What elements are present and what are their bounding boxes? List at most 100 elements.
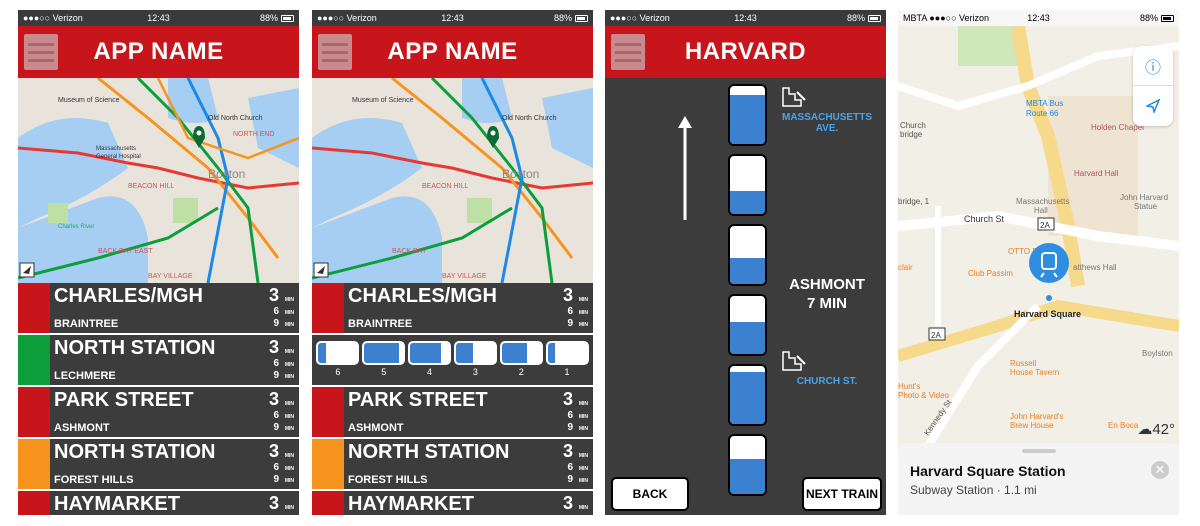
svg-text:General Hospital: General Hospital [96, 154, 141, 160]
svg-text:Church: Church [900, 121, 926, 130]
svg-text:atthews Hall: atthews Hall [1073, 263, 1117, 272]
list-item[interactable]: PARK STREET ASHMONT 3 MIN 6 MIN 9 MIN [312, 387, 593, 439]
street-map[interactable]: MBTA Bus Route 66 Holden Chapel Church b… [898, 24, 1179, 515]
unit-label: MIN [578, 426, 588, 432]
svg-text:BEACON HILL: BEACON HILL [422, 183, 468, 190]
app-title: APP NAME [93, 38, 224, 65]
place-card[interactable]: Harvard Square Station Subway Station · … [898, 443, 1179, 515]
close-icon[interactable]: ✕ [1151, 461, 1169, 479]
car-number: 3 [472, 367, 478, 377]
unit-label: MIN [284, 310, 294, 316]
svg-text:Boston: Boston [502, 167, 539, 181]
direction-arrow-icon [678, 116, 692, 220]
svg-text:BACK BAY: BACK BAY [392, 248, 427, 255]
battery-icon [575, 14, 588, 22]
svg-text:Massachusetts: Massachusetts [1016, 197, 1069, 206]
car-number: 4 [427, 367, 433, 377]
list-item[interactable]: NORTH STATION FOREST HILLS 3 MIN 6 MIN 9 MI… [18, 439, 299, 491]
train-arrival-time: 7 MIN [806, 295, 847, 312]
stairs-icon [782, 87, 806, 107]
svg-text:Massachusetts: Massachusetts [96, 146, 136, 152]
line-color-bar [312, 491, 344, 515]
svg-text:NORTH END: NORTH END [233, 131, 274, 138]
clock: 12:43 [1027, 13, 1050, 23]
line-color-bar [312, 283, 344, 333]
svg-text:BAY VILLAGE: BAY VILLAGE [442, 273, 487, 280]
menu-icon[interactable] [611, 34, 645, 70]
subway-map[interactable]: Museum of Science Old North Church BEACO… [312, 78, 593, 283]
destination: BRAINTREE [348, 318, 413, 330]
capacity-fill [364, 343, 400, 363]
train-car [728, 434, 767, 496]
line-color-bar [18, 387, 50, 437]
svg-text:bridge, 1: bridge, 1 [898, 197, 930, 206]
menu-icon[interactable] [24, 34, 58, 70]
time-3: 9 [567, 318, 573, 329]
list-item[interactable]: PARK STREET ASHMONT 3 MIN 6 MIN 9 MIN [18, 387, 299, 439]
clock: 12:43 [147, 13, 170, 23]
car-capacity [499, 341, 543, 365]
unit-label: MIN [578, 297, 588, 303]
next-train-button[interactable]: NEXT TRAIN [802, 477, 882, 511]
location-arrow-icon[interactable] [1133, 86, 1173, 126]
app-header: APP NAME [312, 26, 593, 78]
time-1: 3 [268, 337, 279, 357]
unit-label: MIN [578, 401, 588, 407]
svg-text:Museum of Science: Museum of Science [352, 97, 414, 104]
battery-icon [1161, 14, 1174, 22]
train-car [728, 224, 767, 286]
capacity-fill [318, 343, 327, 363]
unit-label: MIN [284, 426, 294, 432]
unit-label: MIN [578, 466, 588, 472]
menu-icon[interactable] [318, 34, 352, 70]
back-button[interactable]: BACK [611, 477, 689, 511]
status-bar: MBTA ●●●○○ Verizon 12:43 88% [898, 10, 1179, 26]
time-1: 3 [562, 389, 573, 409]
destination: FOREST HILLS [54, 474, 134, 486]
battery-icon [868, 14, 881, 22]
capacity-fill [730, 371, 765, 424]
capacity-fill [547, 343, 556, 363]
status-bar: ●●●○○ Verizon 12:43 88% [312, 10, 593, 26]
clock: 12:43 [734, 13, 757, 23]
svg-text:Church St: Church St [964, 214, 1005, 224]
time-1: 3 [562, 285, 573, 305]
drag-handle[interactable] [1021, 449, 1056, 453]
list-item[interactable]: CHARLES/MGH BRAINTREE 3 MIN 6 MIN 9 MIN [312, 283, 593, 335]
list-item[interactable]: NORTH STATION LECHMERE 3 MIN 6 MIN 9 MIN [18, 335, 299, 387]
list-item[interactable]: HAYMARKET 3 MIN [18, 491, 299, 515]
svg-text:Old North Church: Old North Church [502, 115, 557, 122]
car-capacity [316, 341, 360, 365]
line-color-bar [18, 439, 50, 489]
unit-label: MIN [578, 322, 588, 328]
capacity-fill [730, 94, 765, 144]
capacity-fill [730, 322, 765, 354]
svg-text:House Tavern: House Tavern [1010, 368, 1059, 377]
station-name: CHARLES/MGH [54, 285, 203, 307]
svg-text:BACK BAY EAST: BACK BAY EAST [98, 248, 153, 255]
train-car: 4 [408, 341, 452, 377]
capacity-fill [410, 343, 442, 363]
list-item[interactable]: HAYMARKET 3 MIN [312, 491, 593, 515]
svg-text:Brew House: Brew House [1010, 421, 1054, 430]
info-icon[interactable]: ⓘ [1133, 46, 1173, 86]
line-color-bar [18, 335, 50, 385]
train-car [728, 84, 767, 146]
screen-app-expanded: ●●●○○ Verizon 12:43 88% APP NAME Museum … [312, 10, 593, 515]
train-car: 2 [499, 341, 543, 377]
capacity-fill [501, 343, 528, 363]
list-item[interactable]: NORTH STATION FOREST HILLS 3 MIN 6 MIN 9 MI… [312, 439, 593, 491]
list-item[interactable]: CHARLES/MGH BRAINTREE 3 MIN 6 MIN 9 MIN [18, 283, 299, 335]
train-car: 5 [362, 341, 406, 377]
destination: FOREST HILLS [348, 474, 428, 486]
train-car [728, 294, 767, 356]
unit-label: MIN [284, 453, 294, 459]
capacity-fill [455, 343, 474, 363]
capacity-fill [730, 257, 765, 284]
unit-label: MIN [284, 349, 294, 355]
station-title: HARVARD [684, 38, 807, 65]
app-header: APP NAME [18, 26, 299, 78]
previous-stop-label: CHURCH ST. [796, 376, 858, 387]
time-2: 6 [273, 358, 279, 369]
subway-map[interactable]: Museum of Science Old North Church NORTH… [18, 78, 299, 283]
